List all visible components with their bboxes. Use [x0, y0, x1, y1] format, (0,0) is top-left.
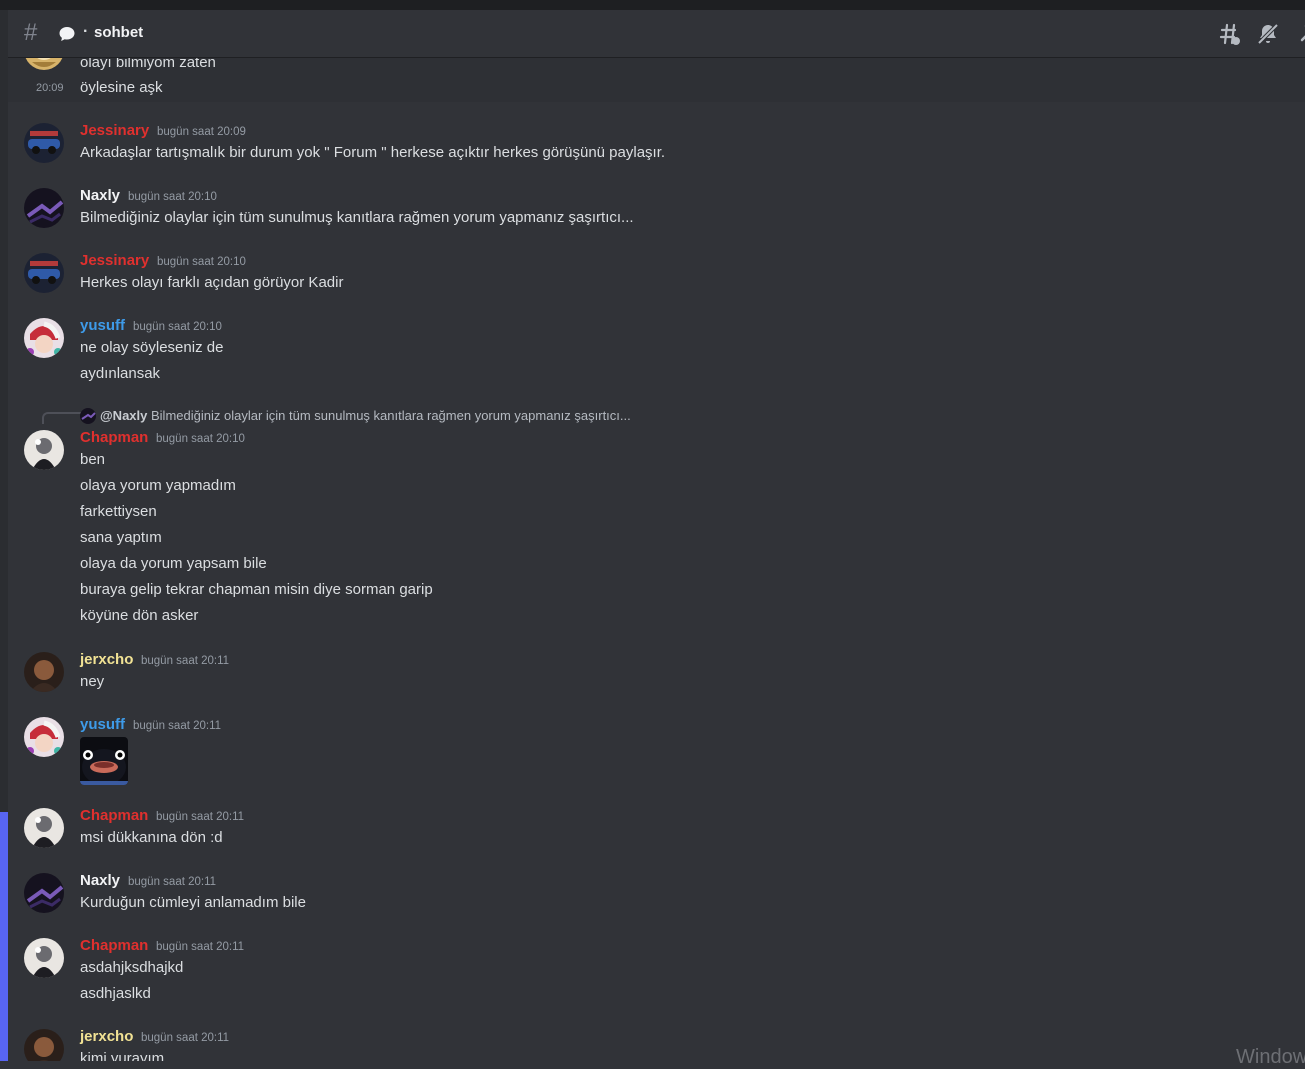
- message-text: asdahjksdhajkd: [80, 959, 184, 976]
- channel-separator: ·: [83, 23, 89, 40]
- message-text: msi dükkanına dön :d: [80, 829, 223, 846]
- message-timestamp: bugün saat 20:11: [141, 655, 230, 667]
- message-author[interactable]: yusuff: [80, 715, 125, 735]
- message-text: ne olay söyleseniz de: [80, 339, 224, 356]
- message-timestamp: 20:09: [36, 82, 64, 94]
- pin-icon[interactable]: [1296, 22, 1305, 46]
- avatar-jerxcho[interactable]: [24, 1029, 64, 1061]
- chat-bubble-icon: [59, 27, 75, 41]
- avatar-jessinary[interactable]: [24, 253, 64, 293]
- reply-connector: [42, 412, 82, 424]
- message-author[interactable]: jerxcho: [80, 650, 133, 670]
- message-author[interactable]: Chapman: [80, 428, 148, 448]
- message-author[interactable]: jerxcho: [80, 1027, 133, 1047]
- message-timestamp: bugün saat 20:09: [157, 126, 246, 138]
- avatar-jerxcho[interactable]: [24, 652, 64, 692]
- message-text: Arkadaşlar tartışmalık bir durum yok " F…: [80, 144, 666, 161]
- message-author[interactable]: Jessinary: [80, 251, 149, 271]
- message-timestamp: bugün saat 20:10: [157, 256, 246, 268]
- message-text: köyüne dön asker: [80, 607, 199, 624]
- avatar-jessinary[interactable]: [24, 123, 64, 163]
- message-timestamp: bugün saat 20:11: [133, 720, 222, 732]
- window-top-strip: [0, 0, 1305, 10]
- message-author[interactable]: Jessinary: [80, 121, 149, 141]
- message-timestamp: bugün saat 20:11: [156, 941, 245, 953]
- message-text: ney: [80, 673, 105, 690]
- reply-avatar[interactable]: [80, 408, 96, 424]
- message-text: Kurduğun cümleyi anlamadım bile: [80, 894, 306, 911]
- avatar-chapman[interactable]: [24, 808, 64, 848]
- message-author[interactable]: yusuff: [80, 316, 125, 336]
- message-text: kimi yurayım: [80, 1050, 165, 1061]
- message-list: olayı bilmiyom zaten 20:09 öylesine aşk …: [8, 58, 1305, 1061]
- channel-name[interactable]: sohbet: [94, 24, 143, 41]
- message-text: Herkes olayı farklı açıdan görüyor Kadir: [80, 274, 344, 291]
- message-timestamp: bugün saat 20:10: [156, 433, 245, 445]
- avatar-yusuff[interactable]: [24, 717, 64, 757]
- channel-hash-icon: #: [24, 19, 38, 46]
- message-timestamp: bugün saat 20:11: [141, 1032, 230, 1044]
- threads-icon[interactable]: [1217, 22, 1241, 46]
- message-timestamp: bugün saat 20:10: [128, 191, 217, 203]
- avatar-chapman[interactable]: [24, 430, 64, 470]
- mute-bell-icon[interactable]: [1256, 22, 1280, 46]
- reply-author[interactable]: @Naxly: [100, 408, 147, 424]
- message-text: farkettiysen: [80, 503, 157, 520]
- channel-header: # · sohbet: [8, 10, 1305, 58]
- message-timestamp: bugün saat 20:11: [156, 811, 245, 823]
- message-text: Bilmediğiniz olaylar için tüm sunulmuş k…: [80, 209, 634, 226]
- message-text: ben: [80, 451, 106, 468]
- message-author[interactable]: Chapman: [80, 936, 148, 956]
- message-author[interactable]: Naxly: [80, 871, 120, 891]
- message-author[interactable]: Chapman: [80, 806, 148, 826]
- avatar-chapman[interactable]: [24, 938, 64, 978]
- penguin-sticker[interactable]: [80, 737, 128, 785]
- message-author[interactable]: Naxly: [80, 186, 120, 206]
- message-text: olaya da yorum yapsam bile: [80, 555, 267, 572]
- avatar-yusuff[interactable]: [24, 318, 64, 358]
- message-text: buraya gelip tekrar chapman misin diye s…: [80, 581, 433, 598]
- message-text: sana yaptım: [80, 529, 162, 546]
- avatar-naxly[interactable]: [24, 873, 64, 913]
- message-timestamp: bugün saat 20:10: [133, 321, 222, 333]
- message-text: asdhjaslkd: [80, 985, 151, 1002]
- message-timestamp: bugün saat 20:11: [128, 876, 217, 888]
- os-activation-watermark: Window: [1236, 1046, 1305, 1068]
- avatar-naxly[interactable]: [24, 188, 64, 228]
- sidebar-accent: [0, 812, 8, 1061]
- reply-preview[interactable]: Bilmediğiniz olaylar için tüm sunulmuş k…: [151, 408, 631, 424]
- message-text: öylesine aşk: [80, 79, 163, 96]
- message-text: olayı bilmiyom zaten: [80, 58, 216, 71]
- message-text: aydınlansak: [80, 365, 161, 382]
- message-text: olaya yorum yapmadım: [80, 477, 236, 494]
